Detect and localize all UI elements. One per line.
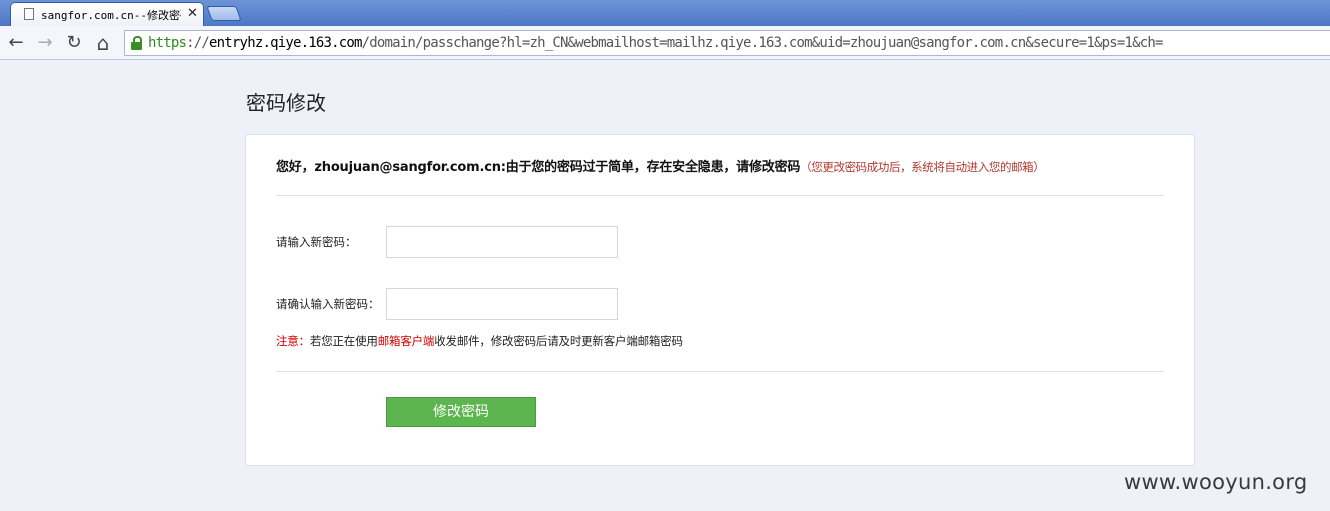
watermark: www.wooyun.org [1124, 470, 1308, 494]
close-tab-icon[interactable]: ✕ [187, 6, 198, 21]
home-icon[interactable]: ⌂ [92, 32, 114, 54]
lock-icon [131, 36, 142, 50]
browser-tab-strip: sangfor.com.cn--修改密码 ✕ [0, 0, 1330, 26]
url-host: entryhz.qiye.163.com [209, 35, 362, 51]
notice-part1: 若您正在使用 [309, 334, 378, 348]
page-title: 密码修改 [246, 91, 326, 115]
new-password-label: 请输入新密码： [276, 235, 357, 249]
change-password-button[interactable]: 修改密码 [386, 397, 536, 427]
tab-title: sangfor.com.cn--修改密码 [41, 9, 181, 22]
browser-toolbar: ← → ↻ ⌂ https://entryhz.qiye.163.com/dom… [0, 26, 1330, 60]
new-password-input[interactable] [386, 226, 618, 258]
greeting-note: （您更改密码成功后，系统将自动进入您的邮箱） [800, 160, 1045, 174]
address-bar[interactable]: https://entryhz.qiye.163.com/domain/pass… [124, 30, 1330, 56]
greeting-message: 您好，zhoujuan@sangfor.com.cn:由于您的密码过于简单，存在… [276, 156, 1045, 175]
divider [276, 195, 1164, 196]
greeting-text: 您好，zhoujuan@sangfor.com.cn:由于您的密码过于简单，存在… [276, 160, 801, 175]
url-path: /domain/passchange?hl=zh_CN&webmailhost=… [361, 35, 1164, 51]
back-icon[interactable]: ← [5, 32, 27, 54]
notice-prefix: 注意： [276, 334, 310, 348]
new-tab-button[interactable] [206, 6, 242, 21]
url-scheme: https [148, 35, 187, 51]
notice-highlight: 邮箱客户端 [377, 334, 435, 348]
password-change-panel: 您好，zhoujuan@sangfor.com.cn:由于您的密码过于简单，存在… [245, 134, 1195, 466]
url-text: https://entryhz.qiye.163.com/domain/pass… [148, 35, 1163, 51]
notice-part2: 收发邮件，修改密码后请及时更新客户端邮箱密码 [434, 334, 683, 348]
notice-text: 注意：若您正在使用邮箱客户端收发邮件，修改密码后请及时更新客户端邮箱密码 [276, 333, 683, 349]
confirm-password-input[interactable] [386, 288, 618, 320]
page-icon [24, 8, 34, 20]
browser-tab[interactable]: sangfor.com.cn--修改密码 ✕ [10, 2, 204, 26]
confirm-password-label: 请确认输入新密码： [276, 297, 380, 311]
reload-icon[interactable]: ↻ [63, 32, 85, 54]
forward-icon[interactable]: → [34, 32, 56, 54]
divider [276, 371, 1164, 372]
url-separator: :// [186, 35, 210, 51]
